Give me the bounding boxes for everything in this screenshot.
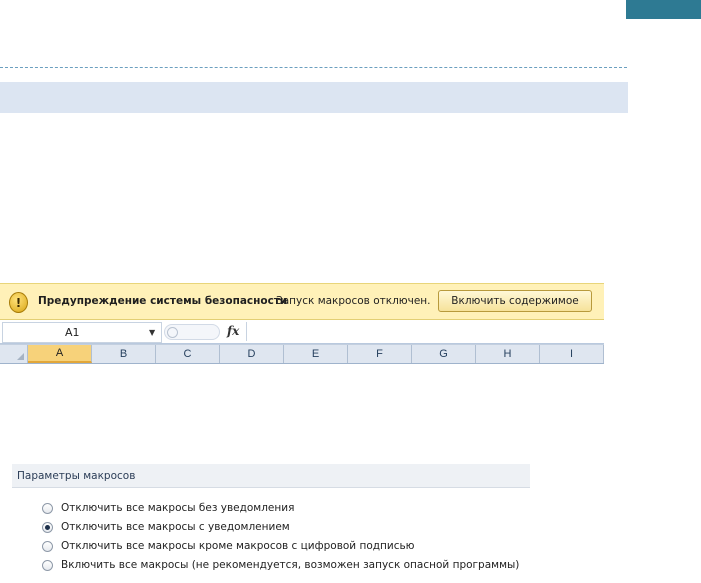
name-box[interactable]: A1 ▼ — [2, 322, 162, 343]
macro-option-1[interactable]: Отключить все макросы без уведомления — [42, 499, 294, 517]
radio-button[interactable] — [42, 559, 53, 571]
radio-label: Отключить все макросы с уведомлением — [61, 521, 290, 533]
radio-button[interactable] — [42, 502, 53, 514]
enable-content-button[interactable]: Включить содержимое — [438, 290, 592, 312]
radio-label: Включить все макросы (не рекомендуется, … — [61, 559, 520, 571]
select-all-button[interactable] — [0, 345, 28, 363]
column-header-a[interactable]: A — [28, 345, 92, 363]
select-all-triangle-icon — [17, 353, 24, 360]
radio-label: Отключить все макросы кроме макросов с ц… — [61, 540, 415, 552]
corner-accent-block — [626, 0, 701, 19]
excel-strip: ! Предупреждение системы безопасности За… — [0, 283, 604, 364]
warning-shield-icon: ! — [9, 292, 28, 313]
column-header-h[interactable]: H — [476, 345, 540, 363]
formula-bar: A1 ▼ fx — [0, 320, 604, 344]
column-header-d[interactable]: D — [220, 345, 284, 363]
security-warning-bar: ! Предупреждение системы безопасности За… — [0, 283, 604, 320]
column-header-e[interactable]: E — [284, 345, 348, 363]
formula-expand-control[interactable] — [164, 324, 220, 340]
macro-option-2[interactable]: Отключить все макросы с уведомлением — [42, 518, 290, 536]
insert-function-icon[interactable]: fx — [227, 324, 239, 338]
radio-button-checked[interactable] — [42, 521, 53, 533]
column-header-c[interactable]: C — [156, 345, 220, 363]
radio-label: Отключить все макросы без уведомления — [61, 502, 295, 514]
chevron-down-icon[interactable]: ▼ — [149, 328, 155, 337]
security-warning-message: Запуск макросов отключен. — [276, 295, 431, 307]
column-header-g[interactable]: G — [412, 345, 476, 363]
macro-settings-header: Параметры макросов — [12, 464, 530, 488]
header-band — [0, 82, 628, 113]
column-header-i[interactable]: I — [540, 345, 604, 363]
security-warning-title: Предупреждение системы безопасности — [38, 295, 288, 307]
name-box-value: A1 — [65, 326, 80, 339]
macro-option-3[interactable]: Отключить все макросы кроме макросов с ц… — [42, 537, 415, 555]
radio-button[interactable] — [42, 540, 53, 552]
macro-settings-title: Параметры макросов — [17, 470, 136, 482]
circle-icon — [167, 327, 178, 338]
column-headers: A B C D E F G H I — [0, 344, 604, 364]
column-header-f[interactable]: F — [348, 345, 412, 363]
dashed-divider — [0, 67, 627, 68]
column-header-b[interactable]: B — [92, 345, 156, 363]
formula-controls: fx — [160, 322, 247, 341]
macro-option-4[interactable]: Включить все макросы (не рекомендуется, … — [42, 556, 519, 574]
